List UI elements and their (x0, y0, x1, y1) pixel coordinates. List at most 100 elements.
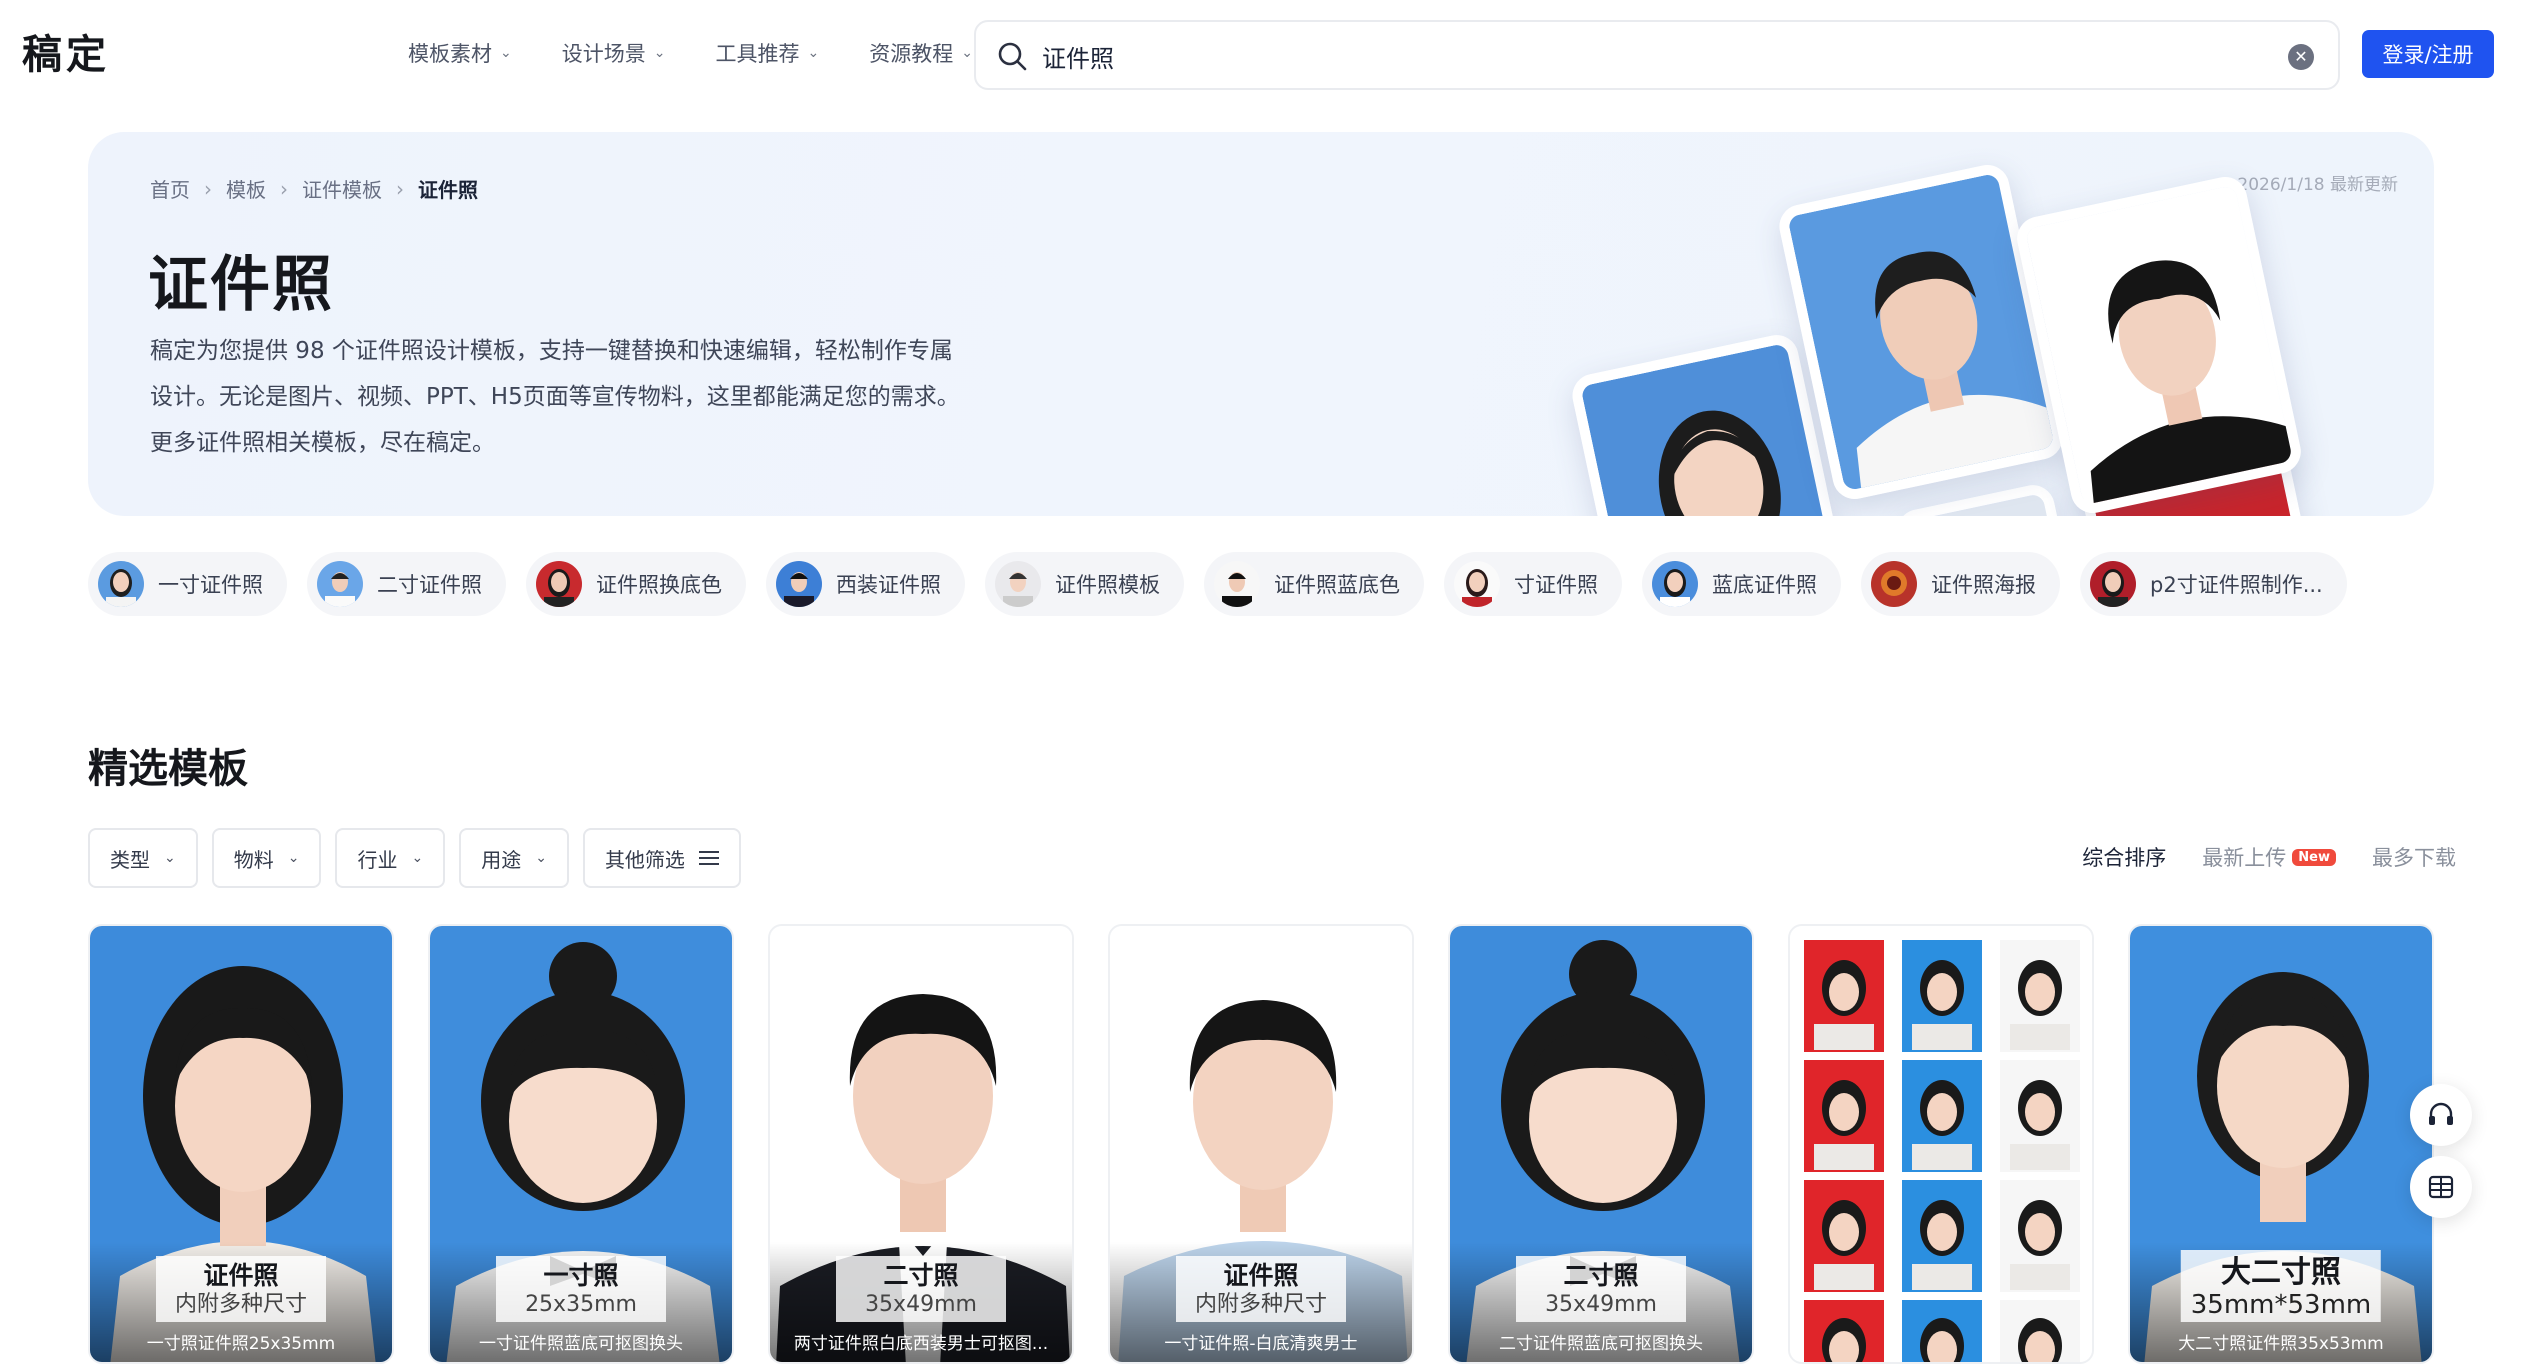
nav-label: 设计场景 (561, 42, 646, 66)
filter-more[interactable]: 其他筛选 (582, 828, 741, 888)
related-tags: 一寸证件照 二寸证件照 证件照换底色 西装证件照 证件照模板 证件照蓝底色 寸证… (88, 552, 2347, 616)
filter-label: 用途 (481, 847, 522, 872)
chevron-right-icon: › (396, 176, 404, 201)
caption-box: 二寸照 35x49mm (1516, 1256, 1686, 1322)
caption-title: 一寸照 (543, 1261, 619, 1290)
chevron-down-icon: ⌄ (653, 45, 666, 61)
sort-newest[interactable]: 最新上传 New (2202, 842, 2336, 872)
template-card[interactable]: 一寸照 25x35mm 一寸证件照蓝底可抠图换头 (428, 924, 734, 1364)
caption-subtitle: 35mm*53mm (2190, 1290, 2372, 1320)
header: 稿定 模板素材 ⌄ 设计场景 ⌄ 工具推荐 ⌄ 资源教程 ⌄ ✕ 登录/注册 (0, 0, 2532, 112)
filter-material[interactable]: 物料 ⌄ (211, 828, 322, 888)
nav-label: 模板素材 (408, 42, 492, 66)
tag-chip[interactable]: 西装证件照 (766, 552, 965, 616)
nav-resources[interactable]: 资源教程 ⌄ (869, 38, 973, 68)
hero-photo (1893, 481, 2083, 516)
tag-chip[interactable]: p2寸证件照制作... (2080, 552, 2347, 616)
template-name: 二寸证件照蓝底可抠图换头 (1499, 1334, 1703, 1354)
menu-icon (698, 847, 719, 869)
tag-label: 一寸证件照 (158, 573, 263, 597)
avatar (1214, 561, 1260, 607)
filter-label: 类型 (110, 847, 150, 872)
caption-box: 大二寸照 35mm*53mm (2180, 1250, 2382, 1322)
filter-usage[interactable]: 用途 ⌄ (459, 828, 569, 888)
chevron-down-icon: ⌄ (164, 850, 176, 866)
search-input[interactable] (1042, 36, 2242, 76)
avatar (2090, 561, 2136, 607)
caption-title: 二寸照 (883, 1261, 959, 1290)
search-box: ✕ (974, 20, 2340, 90)
tag-label: 证件照模板 (1055, 573, 1160, 597)
caption-title: 证件照 (1223, 1261, 1299, 1290)
tag-chip[interactable]: 证件照模板 (985, 552, 1184, 616)
template-grid: 证件照 内附多种尺寸 一寸照证件照25x35mm 一寸照 25x35mm 一寸证… (88, 924, 2434, 1364)
breadcrumb-current: 证件照 (418, 178, 478, 202)
chevron-down-icon: ⌄ (961, 45, 973, 61)
tag-chip[interactable]: 寸证件照 (1444, 552, 1622, 616)
tag-chip[interactable]: 一寸证件照 (88, 552, 287, 616)
avatar (536, 561, 582, 607)
template-card[interactable]: 证件照 内附多种尺寸 一寸照证件照25x35mm (88, 924, 394, 1364)
tag-chip[interactable]: 证件照换底色 (526, 552, 746, 616)
template-name: 一寸照证件照25x35mm (146, 1334, 336, 1354)
caption-subtitle: 25x35mm (525, 1292, 637, 1317)
update-date: 2026/1/18 最新更新 (2237, 175, 2398, 195)
customer-service-button[interactable] (2410, 1084, 2472, 1146)
description-line: 更多证件照相关模板，尽在稿定。 (150, 430, 495, 456)
sort-default[interactable]: 综合排序 (2082, 842, 2166, 872)
avatar (1454, 561, 1500, 607)
chevron-right-icon: › (280, 176, 288, 201)
tag-label: 证件照蓝底色 (1274, 573, 1400, 597)
template-card[interactable]: 大二寸照 35mm*53mm 大二寸照证件照35x53mm (2128, 924, 2434, 1364)
search-icon (998, 42, 1027, 71)
nav-label: 资源教程 (869, 42, 954, 66)
nav-tools[interactable]: 工具推荐 ⌄ (715, 38, 819, 68)
template-name: 一寸证件照-白底清爽男士 (1164, 1334, 1358, 1354)
avatar (317, 561, 363, 607)
layout-icon (2428, 1175, 2454, 1199)
avatar (1652, 561, 1698, 607)
filter-label: 其他筛选 (604, 847, 685, 872)
tag-chip[interactable]: 蓝底证件照 (1642, 552, 1841, 616)
tag-label: 蓝底证件照 (1712, 573, 1817, 597)
filter-label: 物料 (233, 847, 274, 872)
new-badge: New (2292, 848, 2336, 866)
nav-scenes[interactable]: 设计场景 ⌄ (562, 38, 666, 68)
breadcrumb-home[interactable]: 首页 (150, 174, 190, 203)
filter-type[interactable]: 类型 ⌄ (88, 828, 198, 888)
breadcrumb-templates[interactable]: 模板 (226, 174, 266, 203)
filter-industry[interactable]: 行业 ⌄ (335, 828, 446, 888)
logo[interactable]: 稿定 (22, 22, 110, 80)
nav-templates[interactable]: 模板素材 ⌄ (408, 38, 512, 68)
layout-toggle-button[interactable] (2410, 1156, 2472, 1218)
caption-box: 一寸照 25x35mm (496, 1256, 666, 1322)
filter-label: 行业 (357, 847, 398, 872)
caption-subtitle: 35x49mm (1545, 1292, 1657, 1317)
chevron-down-icon: ⌄ (807, 45, 820, 61)
tag-label: 寸证件照 (1514, 573, 1598, 597)
tag-label: 西装证件照 (836, 573, 941, 597)
template-card[interactable]: 证件照 内附多种尺寸 一寸证件照-白底清爽男士 (1108, 924, 1414, 1364)
chevron-down-icon: ⌄ (500, 45, 512, 61)
caption-title: 大二寸照 (2220, 1255, 2341, 1290)
template-thumbnail (1790, 926, 2092, 1362)
tag-chip[interactable]: 二寸证件照 (307, 552, 506, 616)
tag-chip[interactable]: 证件照海报 (1861, 552, 2060, 616)
login-button[interactable]: 登录/注册 (2362, 30, 2494, 78)
description-line: 稿定为您提供 98 个证件照设计模板，支持一键替换和快速编辑，轻松制作专属 (150, 338, 953, 364)
breadcrumb-id-templates[interactable]: 证件模板 (302, 174, 382, 203)
hero-banner: 首页 › 模板 › 证件模板 › 证件照 证件照 稿定为您提供 98 个证件照设… (88, 132, 2434, 516)
caption-subtitle: 内附多种尺寸 (1194, 1292, 1327, 1317)
chevron-right-icon: › (204, 176, 212, 201)
avatar (1871, 561, 1917, 607)
tag-chip[interactable]: 证件照蓝底色 (1204, 552, 1424, 616)
template-card[interactable] (1788, 924, 2094, 1364)
chevron-down-icon: ⌄ (287, 850, 300, 866)
template-card[interactable]: 二寸照 35x49mm 二寸证件照蓝底可抠图换头 (1448, 924, 1754, 1364)
template-card[interactable]: 二寸照 35x49mm 两寸证件照白底西装男士可抠图... (768, 924, 1074, 1364)
template-name: 一寸证件照蓝底可抠图换头 (479, 1334, 683, 1354)
breadcrumb: 首页 › 模板 › 证件模板 › 证件照 (150, 174, 478, 203)
sort-downloads[interactable]: 最多下载 (2372, 842, 2456, 872)
tag-label: 证件照换底色 (596, 573, 722, 597)
clear-icon[interactable]: ✕ (2288, 44, 2314, 70)
